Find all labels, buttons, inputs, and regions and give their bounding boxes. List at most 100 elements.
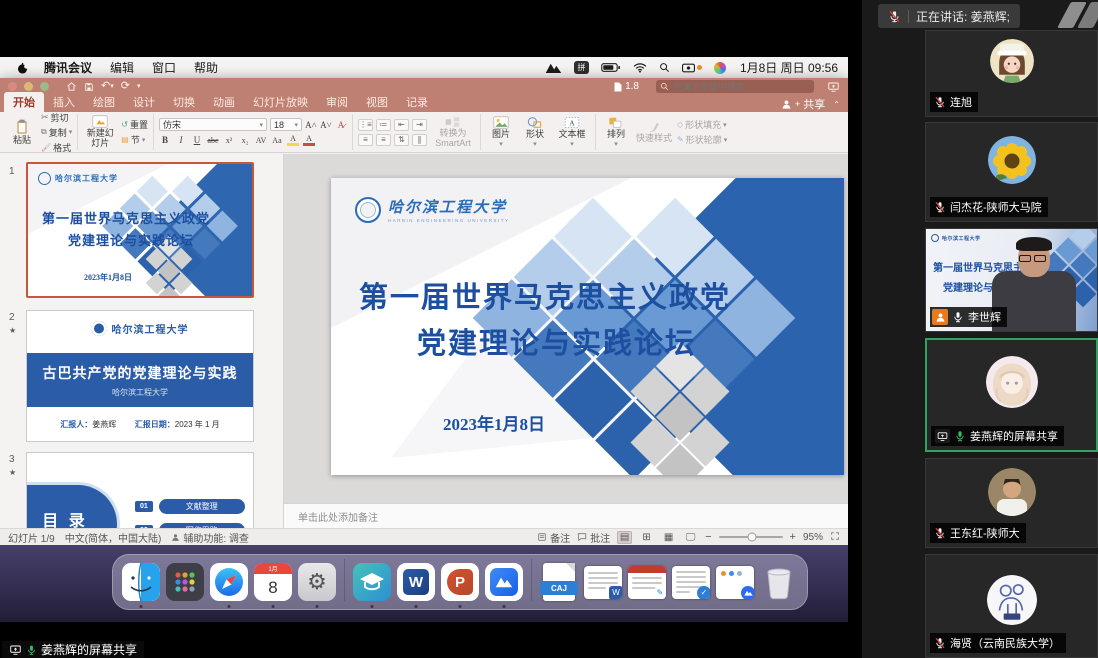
battery-icon[interactable] bbox=[601, 62, 621, 73]
slide-thumbnail-3[interactable]: 目 录 CONTENTS 01 文献整理 02 写作思路 bbox=[26, 452, 254, 528]
paste-button[interactable]: 粘贴 bbox=[7, 119, 37, 146]
search-input[interactable] bbox=[656, 80, 814, 93]
font-size-select[interactable]: 18▾ bbox=[270, 118, 302, 131]
zoom-percent[interactable]: 95% bbox=[803, 532, 823, 543]
tab-view[interactable]: 视图 bbox=[357, 92, 397, 112]
change-case-button[interactable]: Aa bbox=[271, 134, 283, 146]
accessibility-status[interactable]: 辅助功能: 调查 bbox=[171, 530, 249, 545]
quick-styles-button[interactable]: 快速样式 bbox=[635, 120, 673, 144]
reading-view-button[interactable]: ▦ bbox=[661, 531, 676, 544]
wifi-icon[interactable] bbox=[633, 62, 647, 73]
save-icon[interactable] bbox=[84, 82, 94, 92]
meeting-status-icon[interactable] bbox=[545, 62, 562, 74]
spotlight-icon[interactable] bbox=[659, 62, 670, 73]
superscript-button[interactable]: x² bbox=[223, 134, 235, 146]
menu-app-name[interactable]: 腾讯会议 bbox=[35, 59, 101, 76]
screen-record-icon[interactable] bbox=[682, 63, 702, 73]
control-center-icon[interactable] bbox=[714, 62, 726, 74]
ime-icon[interactable]: 拼 bbox=[574, 61, 589, 74]
italic-button[interactable]: I bbox=[175, 134, 187, 146]
minimized-red-doc-window[interactable]: ✎ bbox=[627, 562, 667, 602]
clear-format-button[interactable]: A̷ bbox=[335, 119, 347, 131]
tab-insert[interactable]: 插入 bbox=[44, 92, 84, 112]
participant-tile-wangdonghong[interactable]: 王东红-陕师大 bbox=[925, 458, 1098, 548]
close-window-button[interactable] bbox=[8, 82, 17, 91]
zoom-in-button[interactable]: + bbox=[790, 531, 796, 543]
finder-icon[interactable] bbox=[121, 562, 161, 602]
char-spacing-button[interactable]: AV bbox=[255, 134, 267, 146]
cut-button[interactable]: ✂剪切 bbox=[41, 111, 72, 124]
slide-thumbnail-1[interactable]: 哈尔滨工程大学 第一届世界马克思主义政党 党建理论与实践论坛 2023年1月8日 bbox=[26, 162, 254, 298]
arrange-button[interactable]: 排列▾ bbox=[601, 116, 631, 149]
tencent-meeting-icon[interactable] bbox=[484, 562, 524, 602]
powerpoint-icon[interactable]: P bbox=[440, 562, 480, 602]
presenter-icon[interactable] bbox=[827, 81, 840, 93]
participant-tile-yanjiehua[interactable]: 闫杰花-陕师大马院 bbox=[925, 122, 1098, 222]
slide-thumbnail-2[interactable]: 哈尔滨工程大学 古巴共产党的党建理论与实践 哈尔滨工程大学 汇报人：姜燕辉 汇报… bbox=[26, 310, 254, 442]
subscript-button[interactable]: x₂ bbox=[239, 134, 251, 146]
tab-design[interactable]: 设计 bbox=[124, 92, 164, 112]
settings-icon[interactable]: ⚙ bbox=[297, 562, 337, 602]
font-name-select[interactable]: 仿宋▾ bbox=[159, 118, 267, 131]
tab-record[interactable]: 记录 bbox=[397, 92, 437, 112]
tab-review[interactable]: 审阅 bbox=[317, 92, 357, 112]
bold-button[interactable]: B bbox=[159, 134, 171, 146]
share-button[interactable]: + 共享 bbox=[781, 96, 825, 112]
menubar-clock[interactable]: 1月8日 周日 09:56 bbox=[740, 59, 838, 76]
text-direction-button[interactable]: ∥ bbox=[412, 134, 427, 146]
slide-canvas[interactable]: 哈尔滨工程大学 HARBIN ENGINEERING UNIVERSITY 第一… bbox=[331, 178, 844, 475]
zoom-slider[interactable] bbox=[719, 536, 783, 538]
zoom-out-button[interactable]: − bbox=[705, 531, 711, 543]
tab-slideshow[interactable]: 幻灯片放映 bbox=[244, 92, 317, 112]
safari-icon[interactable] bbox=[209, 562, 249, 602]
section-button[interactable]: ▤节▾ bbox=[121, 133, 148, 146]
font-color-button[interactable]: A bbox=[303, 134, 315, 146]
grow-font-button[interactable]: A˄ bbox=[305, 119, 317, 131]
bullets-button[interactable]: ⋮≡ bbox=[358, 119, 373, 131]
participant-tile-haixian[interactable]: 海贤（云南民族大学） bbox=[925, 554, 1098, 658]
undo-icon[interactable]: ↶▾ bbox=[101, 81, 114, 92]
word-icon[interactable]: W bbox=[396, 562, 436, 602]
fit-window-button[interactable] bbox=[830, 531, 840, 544]
align-center-button[interactable]: ≡ bbox=[376, 134, 391, 146]
comments-toggle-button[interactable]: 批注 bbox=[577, 530, 610, 545]
underline-button[interactable]: U bbox=[191, 134, 203, 146]
align-left-button[interactable]: ≡ bbox=[358, 134, 373, 146]
tab-home[interactable]: 开始 bbox=[4, 92, 44, 112]
copy-button[interactable]: ⧉复制▾ bbox=[41, 126, 72, 139]
indent-decrease-button[interactable]: ⇤ bbox=[394, 119, 409, 131]
minimized-doc-window-2[interactable]: ✓ bbox=[671, 562, 711, 602]
minimized-meeting-window[interactable] bbox=[715, 562, 755, 602]
zoom-window-button[interactable] bbox=[40, 82, 49, 91]
calendar-icon[interactable]: 1月 8 bbox=[253, 562, 293, 602]
strikethrough-button[interactable]: abc bbox=[207, 134, 219, 146]
presentation-search[interactable] bbox=[656, 80, 814, 93]
slide-canvas-area[interactable]: 哈尔滨工程大学 HARBIN ENGINEERING UNIVERSITY 第一… bbox=[284, 154, 848, 503]
toolbar-options-icon[interactable]: ▾ bbox=[137, 83, 141, 90]
highlight-button[interactable]: A bbox=[287, 134, 299, 146]
reset-slide-button[interactable]: ↺重置 bbox=[121, 118, 148, 131]
edu-app-icon[interactable] bbox=[352, 562, 392, 602]
notes-toggle-button[interactable]: 备注 bbox=[537, 530, 570, 545]
shapes-button[interactable]: 形状▾ bbox=[520, 116, 550, 149]
normal-view-button[interactable]: ▤ bbox=[617, 531, 632, 544]
caj-file-icon[interactable]: CAJ bbox=[539, 562, 579, 602]
home-icon[interactable] bbox=[66, 81, 77, 92]
picture-button[interactable]: 图片▾ bbox=[486, 116, 516, 149]
tab-animations[interactable]: 动画 bbox=[204, 92, 244, 112]
trash-icon[interactable] bbox=[759, 562, 799, 602]
collapse-ribbon-icon[interactable]: ⌃ bbox=[833, 100, 840, 109]
minimized-doc-window[interactable]: W bbox=[583, 562, 623, 602]
notes-pane[interactable]: 单击此处添加备注 bbox=[284, 503, 848, 528]
menu-help[interactable]: 帮助 bbox=[185, 59, 227, 76]
tab-transitions[interactable]: 切换 bbox=[164, 92, 204, 112]
shape-outline-button[interactable]: ✎形状轮廓▾ bbox=[677, 133, 727, 146]
apple-menu-icon[interactable] bbox=[16, 61, 29, 75]
language-indicator[interactable]: 中文(简体，中国大陆) bbox=[65, 530, 162, 545]
minimize-window-button[interactable] bbox=[24, 82, 33, 91]
menu-edit[interactable]: 编辑 bbox=[101, 59, 143, 76]
smartart-button[interactable]: 转换为SmartArt bbox=[431, 116, 475, 149]
slide-sorter-view-button[interactable]: ⊞ bbox=[639, 531, 654, 544]
participant-tile-lianxu[interactable]: 连旭 bbox=[925, 30, 1098, 117]
participant-tile-jiangyanhui-share[interactable]: 姜燕辉的屏幕共享 bbox=[925, 338, 1098, 452]
